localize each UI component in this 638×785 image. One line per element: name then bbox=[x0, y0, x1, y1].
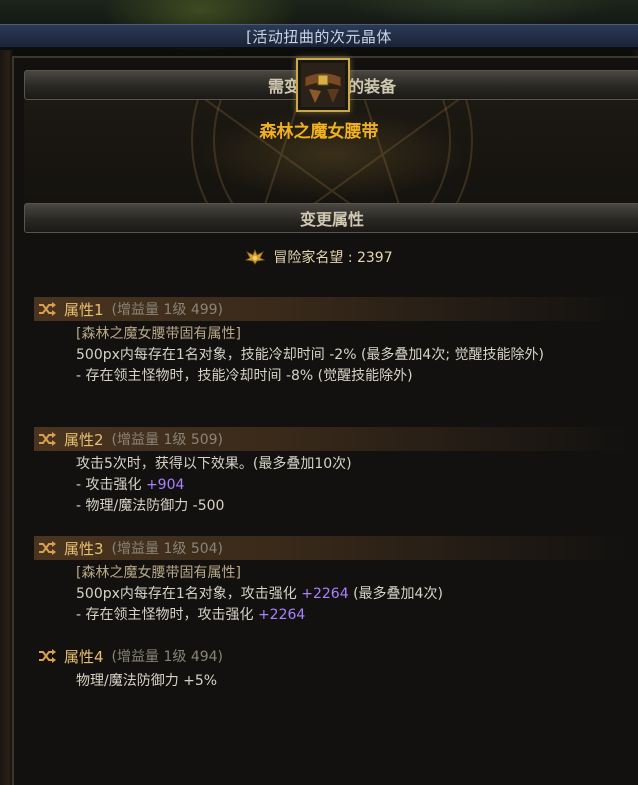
attribute-line: - 存在领主怪物时，技能冷却时间 -8% (觉醒技能除外) bbox=[76, 368, 413, 384]
attribute-line: 500px内每存在1名对象，技能冷却时间 -2% (最多叠加4次; 觉醒技能除外… bbox=[76, 347, 544, 363]
attribute-3[interactable]: 属性3 (增益量 1级 504) [森林之魔女腰带固有属性] 500px内每存在… bbox=[34, 536, 628, 626]
attribute-value: +2264 bbox=[301, 586, 349, 602]
attribute-meta: (增益量 1级 494) bbox=[111, 649, 223, 665]
attribute-line-text: 500px内每存在1名对象，攻击强化 bbox=[76, 586, 302, 602]
attribute-line-text: - 存在领主怪物时，攻击强化 bbox=[76, 607, 258, 623]
attribute-4[interactable]: 属性4 (增益量 1级 494) 物理/魔法防御力 +5% bbox=[34, 644, 628, 692]
attribute-line: - 物理/魔法防御力 -500 bbox=[76, 498, 225, 514]
window-titlebar[interactable]: [活动扭曲的次元晶体 bbox=[0, 24, 638, 48]
shuffle-icon bbox=[39, 302, 56, 316]
window-title: [活动扭曲的次元晶体 bbox=[246, 27, 392, 46]
attribute-1[interactable]: 属性1 (增益量 1级 499) [森林之魔女腰带固有属性] 500px内每存在… bbox=[34, 297, 628, 387]
attribute-header[interactable]: 属性1 (增益量 1级 499) bbox=[34, 297, 628, 321]
shuffle-icon bbox=[39, 432, 56, 446]
attribute-line-text: (最多叠加4次) bbox=[348, 586, 443, 602]
shuffle-icon bbox=[39, 541, 56, 555]
attribute-meta: (增益量 1级 499) bbox=[111, 302, 223, 318]
attribute-header[interactable]: 属性2 (增益量 1级 509) bbox=[34, 427, 628, 451]
equipment-slot[interactable] bbox=[296, 58, 350, 112]
attribute-value: +2264 bbox=[257, 607, 306, 623]
attribute-meta: (增益量 1级 504) bbox=[111, 541, 223, 557]
attribute-line: [森林之魔女腰带固有属性] bbox=[76, 326, 241, 342]
attribute-name: 属性3 bbox=[64, 539, 104, 558]
adventurer-fame-label: 冒险家名望 : 2397 bbox=[273, 250, 393, 266]
shuffle-icon bbox=[39, 649, 56, 663]
equip-area bbox=[24, 100, 638, 203]
adventurer-fame: 冒险家名望 : 2397 bbox=[0, 247, 638, 267]
attribute-name: 属性4 bbox=[64, 647, 104, 666]
fame-crest-icon bbox=[245, 249, 266, 265]
attribute-name: 属性1 bbox=[64, 300, 104, 319]
magic-circle-decoration bbox=[191, 100, 473, 203]
attribute-line: - 攻击强化 +904 bbox=[76, 475, 628, 496]
attribute-value: +904 bbox=[145, 477, 185, 493]
attribute-header[interactable]: 属性4 (增益量 1级 494) bbox=[34, 644, 628, 668]
change-section-title: 变更属性 bbox=[299, 210, 364, 229]
belt-icon bbox=[301, 63, 345, 107]
attribute-line: - 存在领主怪物时，攻击强化 +2264 bbox=[76, 605, 628, 626]
item-name: 森林之魔女腰带 bbox=[259, 122, 379, 142]
attribute-line: 物理/魔法防御力 +5% bbox=[76, 673, 218, 689]
attribute-2[interactable]: 属性2 (增益量 1级 509) 攻击5次时，获得以下效果。(最多叠加10次) … bbox=[34, 427, 628, 517]
attribute-line: 500px内每存在1名对象，攻击强化 +2264 (最多叠加4次) bbox=[76, 584, 628, 605]
attribute-header[interactable]: 属性3 (增益量 1级 504) bbox=[34, 536, 628, 560]
attribute-meta: (增益量 1级 509) bbox=[111, 432, 223, 448]
attribute-line: [森林之魔女腰带固有属性] bbox=[76, 565, 241, 581]
change-section-header: 变更属性 bbox=[24, 203, 638, 233]
attribute-line: 攻击5次时，获得以下效果。(最多叠加10次) bbox=[76, 456, 352, 472]
attribute-name: 属性2 bbox=[64, 430, 104, 449]
attribute-line-text: - 攻击强化 bbox=[76, 477, 146, 493]
